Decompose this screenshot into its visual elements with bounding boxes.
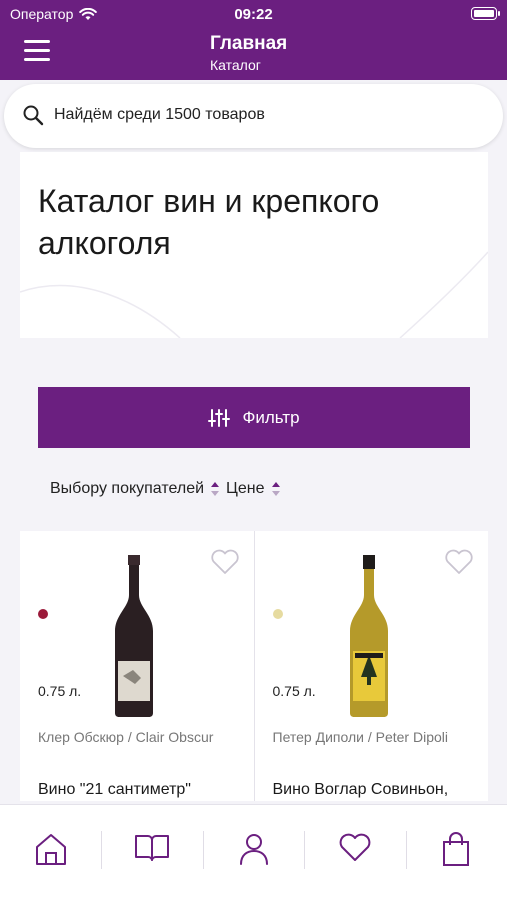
favorite-heart-icon[interactable] — [210, 549, 240, 575]
sort-arrows-icon — [211, 482, 220, 496]
battery-icon — [471, 7, 500, 20]
product-card[interactable]: 0.75 л. Петер Диполи / Peter Dipoli Вино… — [254, 531, 488, 801]
tab-home[interactable] — [0, 805, 101, 900]
filter-button[interactable]: Фильтр — [38, 387, 470, 448]
top-bar: Оператор 09:22 Главная Каталог — [0, 0, 507, 80]
catalog-hero: Каталог вин и крепкого алкоголя — [20, 152, 488, 338]
product-volume: 0.75 л. — [38, 683, 82, 699]
clock: 09:22 — [234, 6, 273, 23]
tab-catalog[interactable] — [101, 805, 202, 900]
product-name: Вино "21 сантиметр" — [38, 781, 191, 798]
product-producer: Клер Обскюр / Clair Obscur — [38, 729, 214, 745]
search-bar[interactable]: Найдём среди 1500 товаров — [4, 84, 503, 148]
wine-color-dot — [38, 609, 48, 619]
favorite-heart-icon[interactable] — [444, 549, 474, 575]
product-name: Вино Воглар Совиньон, — [272, 781, 449, 798]
filter-sliders-icon — [208, 408, 231, 427]
product-grid: 0.75 л. Клер Обскюр / Clair Obscur Вино … — [20, 531, 488, 801]
catalog-title: Каталог вин и крепкого алкоголя — [38, 183, 380, 261]
menu-button[interactable] — [24, 40, 50, 62]
tab-cart[interactable] — [405, 805, 507, 900]
sort-arrows-icon — [271, 482, 280, 496]
sort-by-price[interactable]: Цене — [226, 480, 280, 498]
search-icon — [23, 105, 44, 126]
page-title: Главная — [210, 33, 288, 54]
tab-bar — [0, 804, 507, 900]
book-icon — [135, 835, 170, 861]
tab-profile[interactable] — [202, 805, 304, 900]
filter-label: Фильтр — [242, 407, 300, 427]
breadcrumb: Каталог — [210, 57, 261, 73]
tab-favorites[interactable] — [304, 805, 405, 900]
bottle-image — [115, 555, 153, 717]
search-input[interactable]: Найдём среди 1500 товаров — [54, 106, 265, 124]
sort-bar: Выбору покупателей Цене — [50, 480, 281, 498]
heart-icon — [339, 833, 371, 861]
status-bar: Оператор 09:22 — [0, 0, 507, 28]
sort-label: Цене — [226, 480, 265, 497]
user-icon — [239, 834, 268, 865]
product-volume: 0.75 л. — [272, 683, 316, 699]
product-producer: Петер Диполи / Peter Dipoli — [272, 729, 449, 745]
wine-color-dot — [272, 609, 283, 619]
bag-icon — [443, 832, 470, 866]
home-icon — [35, 834, 66, 865]
sort-label: Выбору покупателей — [50, 480, 205, 497]
sort-by-popularity[interactable]: Выбору покупателей — [50, 480, 220, 498]
bottle-image — [349, 555, 388, 717]
product-card[interactable]: 0.75 л. Клер Обскюр / Clair Obscur Вино … — [20, 531, 254, 801]
